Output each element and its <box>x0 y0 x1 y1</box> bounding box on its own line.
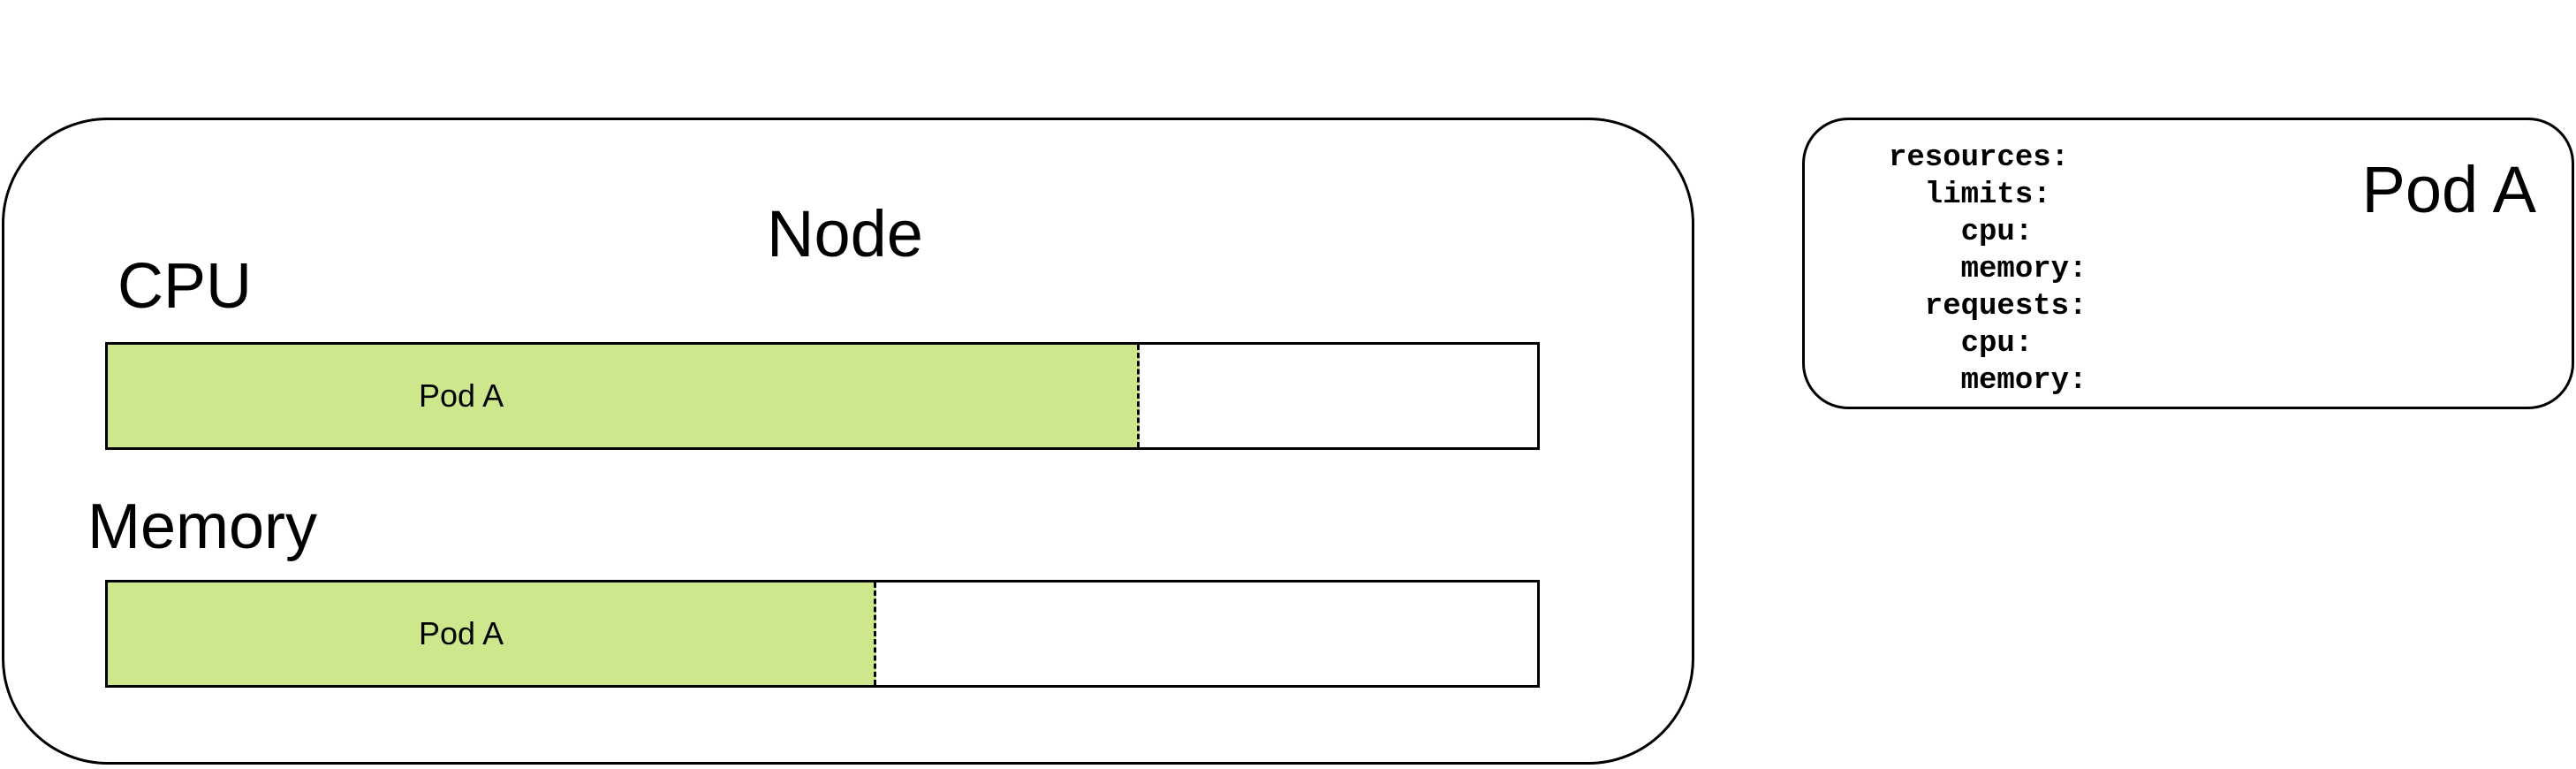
spec-line: cpu: <box>1889 216 2034 249</box>
spec-line: cpu: <box>1889 327 2034 361</box>
cpu-pod-a-label: Pod A <box>419 377 504 414</box>
node-title: Node <box>767 197 923 270</box>
spec-line: memory: <box>1889 253 2087 286</box>
spec-line: memory: <box>1889 364 2087 398</box>
memory-label: Memory <box>87 491 318 562</box>
pod-resource-spec: resources: limits: cpu: memory: requests… <box>1889 140 2087 400</box>
cpu-bar: Pod A <box>105 342 1540 450</box>
pod-a-spec-card: resources: limits: cpu: memory: requests… <box>1802 118 2574 409</box>
cpu-label: CPU <box>117 251 253 322</box>
pod-card-title: Pod A <box>2361 153 2536 226</box>
spec-line: resources: <box>1889 141 2070 175</box>
cpu-pod-a-allocation <box>108 345 1140 447</box>
memory-bar: Pod A <box>105 580 1540 688</box>
spec-line: limits: <box>1889 179 2051 212</box>
memory-pod-a-label: Pod A <box>419 615 504 651</box>
spec-line: requests: <box>1889 290 2087 324</box>
